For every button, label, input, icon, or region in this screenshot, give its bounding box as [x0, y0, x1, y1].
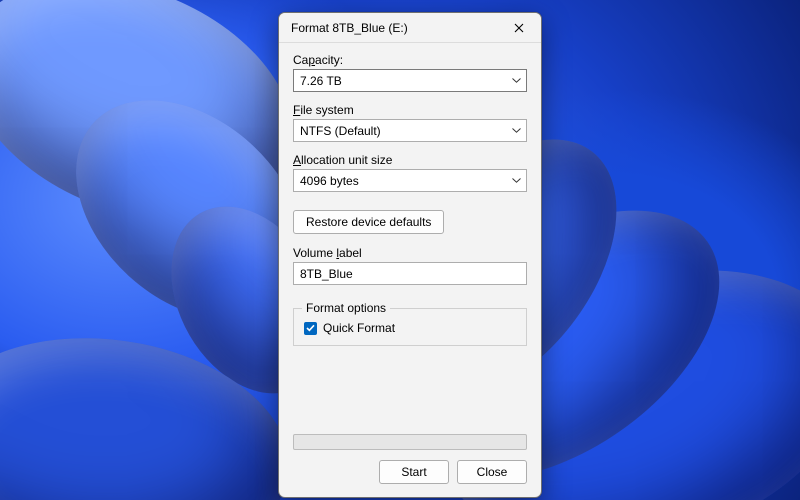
quick-format-checkbox[interactable]: Quick Format: [304, 321, 516, 335]
filesystem-block: File system NTFS (Default): [293, 103, 527, 142]
capacity-dropdown[interactable]: 7.26 TB: [293, 69, 527, 92]
button-row: Start Close: [279, 450, 541, 497]
volume-label-input[interactable]: 8TB_Blue: [293, 262, 527, 285]
volume-block: Volume label 8TB_Blue: [293, 246, 527, 285]
checkmark-icon: [304, 322, 317, 335]
close-icon[interactable]: [496, 13, 541, 42]
progress-bar: [293, 434, 527, 450]
desktop-wallpaper: Format 8TB_Blue (E:) Capacity: 7.26 TB F…: [0, 0, 800, 500]
filesystem-dropdown[interactable]: NTFS (Default): [293, 119, 527, 142]
close-button[interactable]: Close: [457, 460, 527, 484]
start-button[interactable]: Start: [379, 460, 449, 484]
volume-label: Volume label: [293, 246, 527, 260]
chevron-down-icon: [508, 170, 524, 191]
allocation-value: 4096 bytes: [300, 174, 508, 188]
dialog-body: Capacity: 7.26 TB File system NTFS (Defa…: [279, 43, 541, 426]
allocation-dropdown[interactable]: 4096 bytes: [293, 169, 527, 192]
capacity-label: Capacity:: [293, 53, 527, 67]
window-title: Format 8TB_Blue (E:): [291, 21, 496, 35]
restore-defaults-button[interactable]: Restore device defaults: [293, 210, 444, 234]
quick-format-label: Quick Format: [323, 321, 395, 335]
titlebar[interactable]: Format 8TB_Blue (E:): [279, 13, 541, 43]
filesystem-label: File system: [293, 103, 527, 117]
capacity-value: 7.26 TB: [300, 74, 508, 88]
restore-row: Restore device defaults: [293, 203, 527, 243]
chevron-down-icon: [508, 70, 524, 91]
capacity-block: Capacity: 7.26 TB: [293, 53, 527, 92]
format-options-group: Format options Quick Format: [293, 308, 527, 346]
filesystem-value: NTFS (Default): [300, 124, 508, 138]
chevron-down-icon: [508, 120, 524, 141]
allocation-label: Allocation unit size: [293, 153, 527, 167]
format-dialog: Format 8TB_Blue (E:) Capacity: 7.26 TB F…: [278, 12, 542, 498]
allocation-block: Allocation unit size 4096 bytes: [293, 153, 527, 192]
format-options-legend: Format options: [302, 301, 390, 315]
